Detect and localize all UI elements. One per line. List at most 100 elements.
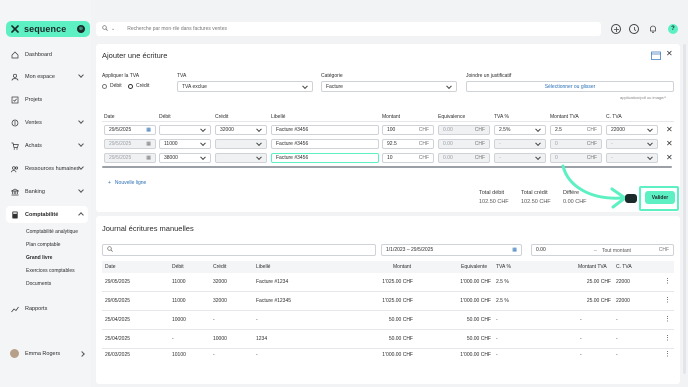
libelle-input[interactable]: Facture #3456 <box>271 139 379 149</box>
col-date: Date <box>105 264 116 270</box>
debit-select[interactable] <box>159 125 211 135</box>
delete-row-icon[interactable]: ✕ <box>666 139 673 148</box>
table-row[interactable]: 25/04/2025 - 10000 1234 50.00 CHF 50.00 … <box>102 330 674 349</box>
more-options-icon[interactable]: ⋮ <box>664 277 671 285</box>
more-options-icon[interactable]: ⋮ <box>664 350 671 358</box>
tva-rate-select[interactable]: - <box>494 139 546 149</box>
currency-label: CHF <box>474 127 485 133</box>
close-icon[interactable]: ✕ <box>666 49 673 58</box>
sidebar-item-label: Achats <box>25 142 42 149</box>
libelle-input[interactable]: Facture #3456 <box>271 125 379 135</box>
amount-filter-input[interactable]: 0.00 – Tout montant CHF <box>531 244 674 256</box>
equivalence-input: 0.00 CHF <box>438 125 490 135</box>
attach-file-button[interactable]: Sélectionner ou glisser <box>466 81 674 92</box>
page-scrollbar[interactable] <box>683 44 686 374</box>
global-search-input[interactable]: ⌄ Recherche par mon·rile dans factures v… <box>96 22 601 36</box>
row-montant-tva: 25.00 CHF <box>586 298 611 304</box>
date-input[interactable]: 29/5/2025 ▦ <box>104 153 156 163</box>
calendar-icon: ▦ <box>512 247 517 253</box>
montant-tva-value: 2.5 <box>555 127 562 133</box>
clock-icon[interactable] <box>629 24 639 34</box>
debit-select[interactable]: 38000 <box>159 153 211 163</box>
total-debit-label: Total débit <box>479 190 505 196</box>
col-equivalente: Equivalente <box>461 264 488 270</box>
delete-row-icon[interactable]: ✕ <box>666 153 673 162</box>
row-debit: 11000 <box>172 279 186 285</box>
tva-select[interactable]: TVA exclue <box>177 81 313 92</box>
category-select[interactable]: Facture <box>321 81 457 92</box>
calendar-icon: ▦ <box>146 127 151 133</box>
sidebar-item-comptabilite[interactable]: Comptabilité <box>6 206 88 223</box>
amount-min-value: 0.00 <box>536 247 546 253</box>
user-profile[interactable]: Emma Rogers <box>10 349 60 358</box>
sub-item-plan-comptable[interactable]: Plan comptable <box>26 242 60 248</box>
table-row[interactable]: 29/05/2025 11000 32000 Facture #12345 1'… <box>102 292 674 311</box>
sidebar-item-achats[interactable]: Achats <box>6 137 88 154</box>
sub-item-documents[interactable]: Documents <box>26 281 51 287</box>
calendar-icon: ▦ <box>146 141 151 147</box>
sidebar-item-ressources-humaines[interactable]: Ressources humaines <box>6 160 88 177</box>
apply-tva-radio-debit[interactable]: Débit <box>102 83 122 89</box>
debit-select[interactable]: 11000 <box>159 139 211 149</box>
row-equivalente: 1'000.00 CHF <box>460 279 491 285</box>
sidebar-item-rapports[interactable]: Rapports <box>6 300 88 317</box>
montant-tva-input[interactable]: 2.5 CHF <box>550 125 602 135</box>
sub-item-grand-livre[interactable]: Grand livre <box>26 255 52 261</box>
sidebar-item-mon-espace[interactable]: Mon espace <box>6 68 88 85</box>
montant-input[interactable]: 100 CHF <box>382 125 434 135</box>
app-logo[interactable]: sequence ⊛ <box>6 21 90 37</box>
table-row[interactable]: 26/03/2025 10100 - - 1'000.00 CHF 1'000.… <box>102 349 674 364</box>
more-options-icon[interactable]: ⋮ <box>664 296 671 304</box>
sub-item-exercices-comptables[interactable]: Exercices comptables <box>26 268 75 274</box>
apply-tva-radio-credit[interactable]: Crédit <box>128 83 149 89</box>
sidebar-item-label: Ventes <box>25 119 42 126</box>
more-options-icon[interactable]: ⋮ <box>664 315 671 323</box>
cancel-button[interactable] <box>625 194 637 203</box>
tva-label: TVA <box>177 73 187 79</box>
help-avatar[interactable]: ? <box>668 24 678 34</box>
validate-button[interactable]: Valider <box>645 191 675 204</box>
table-row[interactable]: 25/04/2025 10000 - - 50.00 CHF 50.00 CHF… <box>102 311 674 330</box>
date-input[interactable]: 29/5/2025 ▦ <box>104 125 156 135</box>
libelle-value: Facture #3456 <box>276 155 309 161</box>
tva-rate-select[interactable]: 2.5% <box>494 125 546 135</box>
credit-select[interactable] <box>215 153 267 163</box>
delete-row-icon[interactable]: ✕ <box>666 125 673 134</box>
row-montant: 50.00 CHF <box>388 336 413 342</box>
sidebar-item-ventes[interactable]: Ventes <box>6 114 88 131</box>
c-tva-select[interactable]: - <box>606 139 658 149</box>
row-credit: 10000 <box>213 336 227 342</box>
row-c-tva: 22000 <box>616 298 630 304</box>
row-date: 29/05/2025 <box>105 298 131 304</box>
more-options-icon[interactable]: ⋮ <box>664 334 671 342</box>
sub-item-comptabilite-analytique[interactable]: Comptabilité analytique <box>26 229 78 235</box>
row-date: 25/04/2025 <box>105 336 131 342</box>
c-tva-select[interactable]: 22000 <box>606 125 658 135</box>
debit-value: 11000 <box>164 141 178 147</box>
calendar-view-icon[interactable] <box>651 51 661 60</box>
sidebar-item-projets[interactable]: Projets <box>6 91 88 108</box>
row-libelle: Facture #1234 <box>256 279 289 285</box>
credit-select[interactable] <box>215 139 267 149</box>
montant-input[interactable]: 92.5 CHF <box>382 139 434 149</box>
new-line-button[interactable]: + Nouvelle ligne <box>108 180 146 186</box>
chevron-up-icon <box>78 212 84 218</box>
date-input[interactable]: 29/5/2025 ▦ <box>104 139 156 149</box>
sidebar-item-banking[interactable]: Banking <box>6 183 88 200</box>
montant-input[interactable]: 10 CHF <box>382 153 434 163</box>
add-icon[interactable] <box>611 24 621 34</box>
bell-icon[interactable] <box>648 24 658 34</box>
table-row[interactable]: 29/05/2025 11000 32000 Facture #1234 1'0… <box>102 273 674 292</box>
radio-label: Débit <box>110 83 122 89</box>
credit-select[interactable]: 32000 <box>215 125 267 135</box>
libelle-input[interactable]: Facture #3456 <box>271 153 379 163</box>
equivalence-value: 0.00 <box>443 127 453 133</box>
sidebar-item-dashboard[interactable]: Dashboard <box>6 46 88 63</box>
montant-tva-input[interactable]: 0 CHF <box>550 139 602 149</box>
journal-search-input[interactable] <box>102 244 376 256</box>
row-c-tva: 22000 <box>616 279 630 285</box>
credit-value: 32000 <box>220 127 234 133</box>
row-montant-tva: - <box>580 317 582 323</box>
date-range-input[interactable]: 1/1/2023 – 29/5/2025 ▦ <box>381 244 522 256</box>
tva-rate-select[interactable]: - <box>494 153 546 163</box>
